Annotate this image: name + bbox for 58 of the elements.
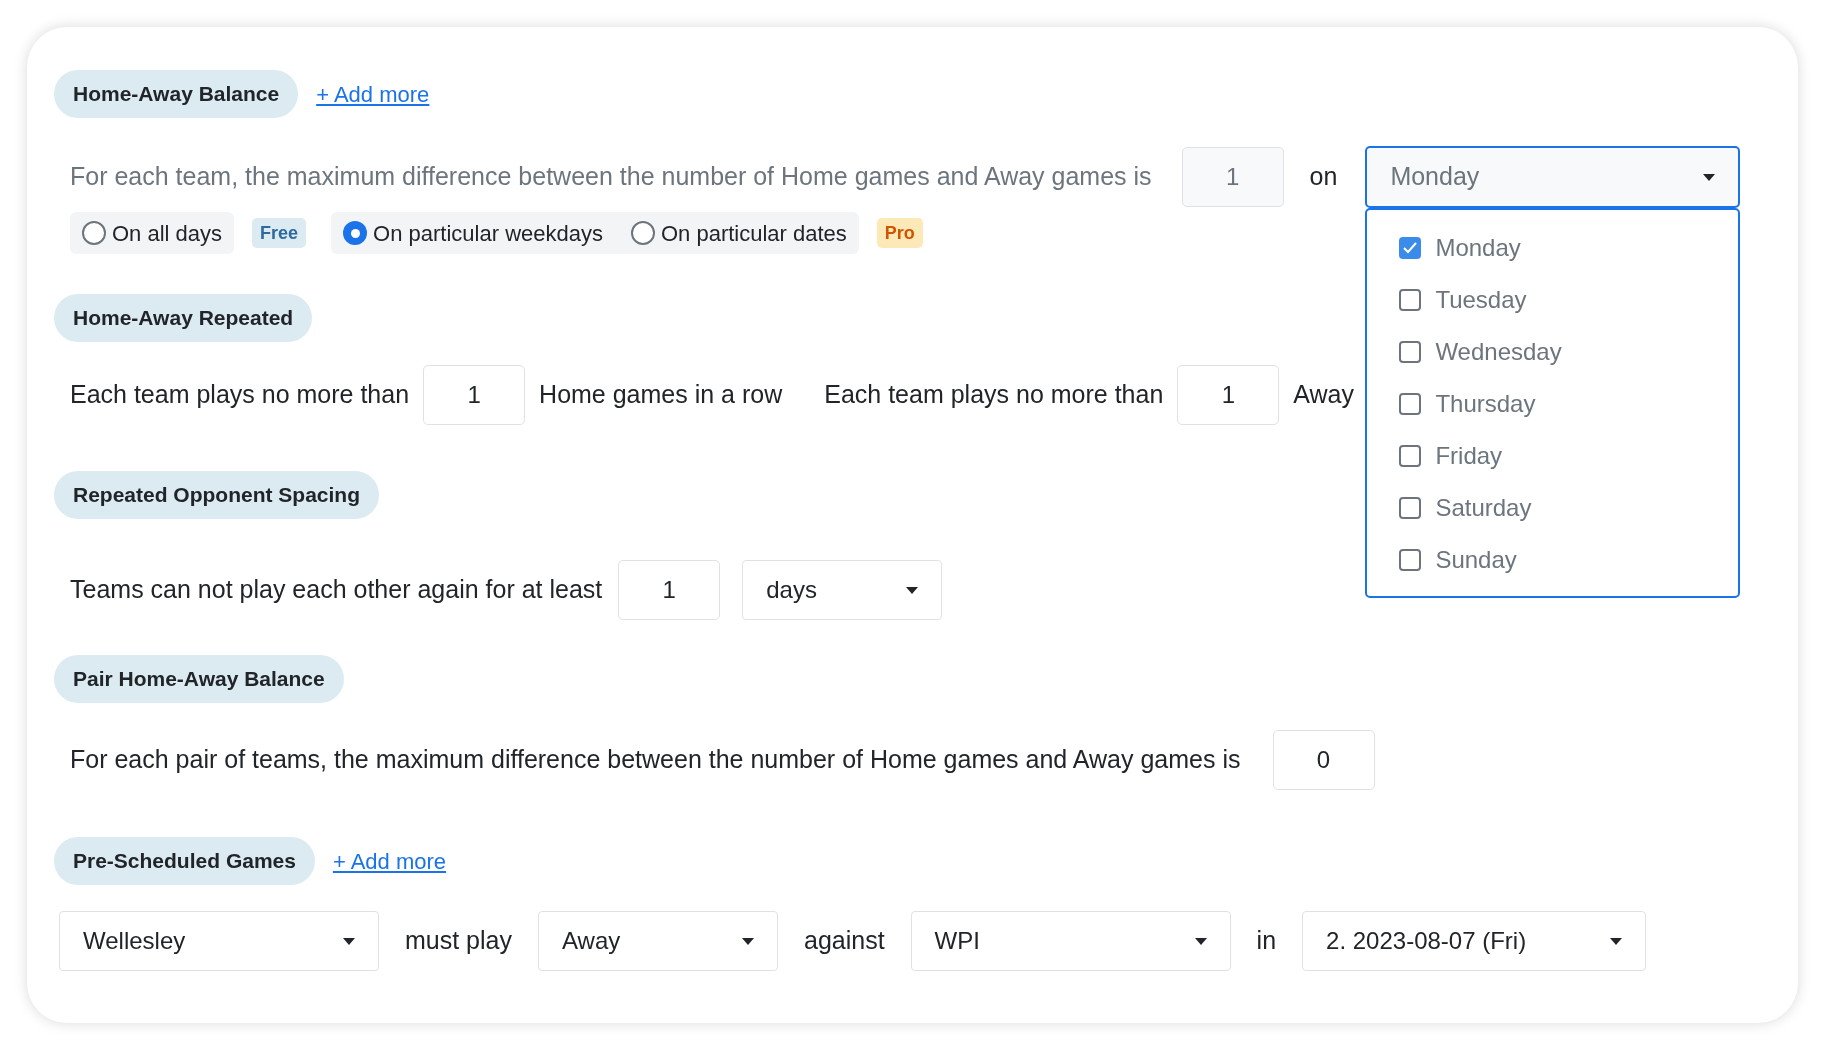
weekday-option[interactable]: Tuesday (1399, 284, 1739, 316)
weekday-option[interactable]: Wednesday (1399, 336, 1739, 368)
caret-icon (1610, 937, 1623, 945)
radio-option[interactable]: On particular dates (631, 216, 847, 250)
number-input[interactable]: 1 (1181, 147, 1284, 207)
section-heading: Pre-Scheduled Games (54, 837, 315, 885)
label-text: against (804, 926, 885, 955)
checkbox[interactable] (1399, 549, 1422, 571)
checkbox[interactable] (1399, 497, 1422, 519)
checkbox[interactable] (1399, 445, 1422, 467)
number-input[interactable]: 1 (1177, 365, 1280, 425)
caret-icon (742, 937, 754, 945)
label-text: Away (1293, 379, 1354, 411)
checkbox[interactable] (1399, 289, 1422, 311)
number-input[interactable]: 1 (618, 560, 721, 620)
label-text: Home games in a row (539, 379, 783, 411)
radio-button[interactable] (343, 221, 368, 245)
label-text: For each pair of teams, the maximum difference between the number of Home games and Away games is (70, 744, 1241, 776)
plan-badge: Pro (876, 218, 923, 248)
add-more-link[interactable]: + Add more (316, 77, 430, 111)
number-input[interactable]: 0 (1272, 730, 1375, 790)
weekday-option[interactable]: Monday (1399, 232, 1739, 264)
caret-icon (906, 586, 919, 594)
select-dropdown[interactable]: 2. 2023-08-07 (Fri) (1302, 911, 1647, 971)
radio-button[interactable] (631, 221, 655, 245)
label-text: on (1309, 162, 1338, 191)
section-heading: Home-Away Balance (54, 70, 299, 118)
weekday-option[interactable]: Thursday (1399, 388, 1739, 420)
check-icon (1403, 242, 1418, 254)
select-dropdown[interactable]: Wellesley (59, 911, 379, 971)
section-heading: Repeated Opponent Spacing (54, 471, 380, 519)
weekday-option[interactable]: Friday (1399, 440, 1739, 472)
label-text: Teams can not play each other again for at least (70, 574, 603, 606)
caret-icon (1194, 937, 1207, 945)
weekday-option[interactable]: Sunday (1399, 544, 1739, 576)
label-text: Each team plays no more than (824, 380, 1164, 409)
checkbox[interactable] (1399, 393, 1422, 415)
label-text: Each team plays no more than (70, 379, 410, 411)
select-dropdown[interactable]: days (742, 560, 943, 620)
add-more-link[interactable]: + Add more (332, 844, 447, 878)
radio-option[interactable]: On all days (82, 216, 223, 250)
weekday-option[interactable]: Saturday (1399, 492, 1739, 524)
radio-button[interactable] (82, 221, 106, 245)
label-text: in (1256, 926, 1277, 955)
select-dropdown[interactable]: Away (538, 911, 778, 971)
weekday-select[interactable]: Monday (1365, 146, 1741, 208)
caret-icon (1703, 173, 1716, 181)
checkbox[interactable] (1399, 237, 1422, 259)
caret-icon (343, 937, 355, 945)
plan-badge: Free (252, 218, 307, 248)
section-heading: Pair Home-Away Balance (54, 655, 344, 703)
radio-option[interactable]: On particular weekdays (343, 216, 603, 250)
checkbox[interactable] (1399, 341, 1422, 363)
label-text: must play (405, 926, 512, 955)
label-text: For each team, the maximum difference between the number of Home games and Away games is (70, 161, 1152, 193)
section-heading: Home-Away Repeated (54, 294, 313, 342)
number-input[interactable]: 1 (423, 365, 526, 425)
select-dropdown[interactable]: WPI (910, 911, 1231, 971)
